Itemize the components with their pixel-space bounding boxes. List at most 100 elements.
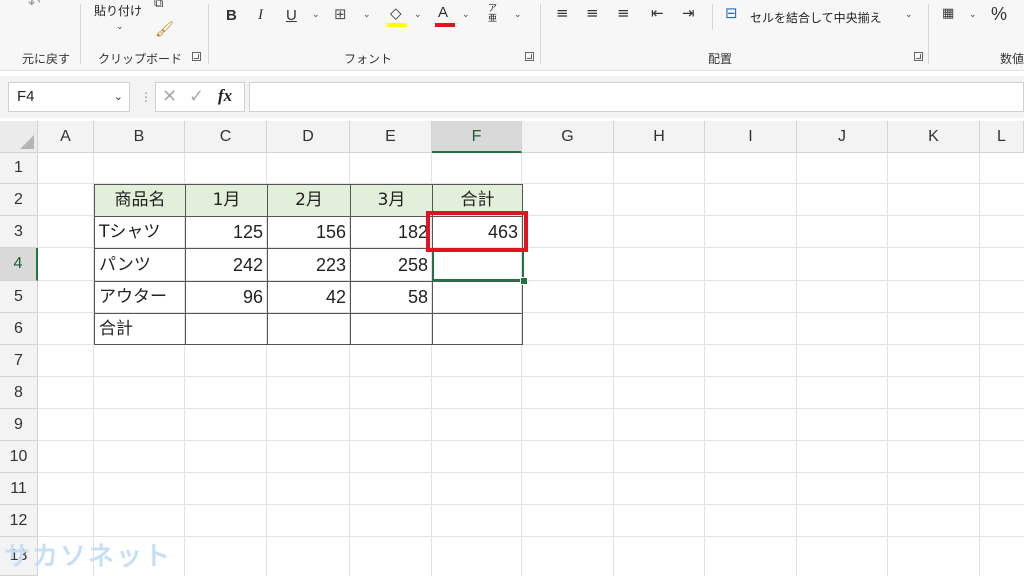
- column-header-i[interactable]: I: [705, 121, 797, 153]
- furigana-dropdown-icon[interactable]: ⌄: [514, 10, 522, 20]
- font-color-button[interactable]: A: [438, 4, 448, 21]
- cell-b6[interactable]: 合計: [94, 313, 185, 345]
- underline-dropdown-icon[interactable]: ⌄: [312, 10, 320, 20]
- increase-indent-icon[interactable]: ⇥: [682, 4, 695, 22]
- fill-color-dropdown-icon[interactable]: ⌄: [414, 10, 422, 20]
- watermark-text: サカソネット: [4, 542, 173, 572]
- row-header-11[interactable]: 11: [0, 473, 38, 505]
- undo-arrow-icon[interactable]: ↶: [28, 0, 41, 12]
- column-header-c[interactable]: C: [185, 121, 267, 153]
- align-center-icon[interactable]: ≡: [586, 4, 599, 22]
- cell-d5[interactable]: 42: [267, 281, 350, 313]
- cell-c2[interactable]: 1月: [185, 184, 267, 216]
- cell-b4[interactable]: パンツ: [94, 248, 185, 281]
- column-header-j[interactable]: J: [797, 121, 888, 153]
- undo-group-label[interactable]: 元に戻す: [22, 50, 70, 67]
- font-launcher-icon[interactable]: [525, 52, 534, 61]
- enter-icon[interactable]: ✓: [189, 86, 204, 107]
- paste-dropdown-icon[interactable]: ⌄: [116, 22, 124, 32]
- cell-c4[interactable]: 242: [185, 248, 267, 281]
- column-header-f[interactable]: F: [432, 121, 522, 153]
- row-header-1[interactable]: 1: [0, 153, 38, 184]
- row-header-8[interactable]: 8: [0, 377, 38, 409]
- column-header-g[interactable]: G: [522, 121, 614, 153]
- format-painter-icon[interactable]: 🖌: [155, 20, 174, 38]
- decrease-indent-icon[interactable]: ⇤: [651, 4, 664, 22]
- row-header-4[interactable]: 4: [0, 248, 38, 281]
- formula-input[interactable]: [249, 82, 1024, 112]
- formula-buttons: ✕ ✓ fx: [155, 82, 245, 112]
- name-box-dropdown-icon[interactable]: ⌄: [114, 83, 123, 111]
- column-header-e[interactable]: E: [350, 121, 432, 153]
- row-header-5[interactable]: 5: [0, 281, 38, 313]
- column-header-h[interactable]: H: [614, 121, 705, 153]
- column-header-a[interactable]: A: [38, 121, 94, 153]
- merge-dropdown-icon[interactable]: ⌄: [905, 10, 913, 20]
- grid-row-line: [38, 376, 1024, 377]
- name-box-value: F4: [17, 88, 35, 105]
- fill-handle[interactable]: [520, 277, 528, 285]
- row-header-12[interactable]: 12: [0, 505, 38, 537]
- copy-icon[interactable]: ⧉: [154, 0, 163, 11]
- ribbon: ↶ 元に戻す 貼り付け ⌄ ⧉ 🖌 クリップボード B I U ⌄ ⊞ ⌄ ◇ …: [0, 0, 1024, 71]
- underline-button[interactable]: U: [286, 7, 297, 24]
- column-header-b[interactable]: B: [94, 121, 185, 153]
- grid-column-line: [979, 153, 980, 576]
- column-header-d[interactable]: D: [267, 121, 350, 153]
- furigana-icon[interactable]: ア亜: [488, 4, 498, 24]
- cell-e3[interactable]: 182: [350, 216, 432, 248]
- cell-d2[interactable]: 2月: [267, 184, 350, 216]
- row-header-6[interactable]: 6: [0, 313, 38, 345]
- watermark-logo: サカソネット: [4, 536, 172, 574]
- alignment-launcher-icon[interactable]: [914, 52, 923, 61]
- cell-d3[interactable]: 156: [267, 216, 350, 248]
- row-header-2[interactable]: 2: [0, 184, 38, 216]
- cell-e4[interactable]: 258: [350, 248, 432, 281]
- align-left-icon[interactable]: ≡: [556, 4, 569, 22]
- merge-center-button[interactable]: セルを結合して中央揃え: [750, 9, 882, 26]
- currency-format-icon[interactable]: ▦: [942, 6, 954, 21]
- clipboard-launcher-icon[interactable]: [192, 52, 201, 61]
- row-header-10[interactable]: 10: [0, 441, 38, 473]
- font-color-bar: [435, 23, 455, 27]
- cell-f6[interactable]: [432, 313, 522, 345]
- align-right-icon[interactable]: ≡: [617, 4, 630, 22]
- bold-button[interactable]: B: [226, 7, 237, 24]
- italic-button[interactable]: I: [258, 7, 263, 24]
- cell-f5[interactable]: [432, 281, 522, 313]
- row-header-9[interactable]: 9: [0, 409, 38, 441]
- borders-icon[interactable]: ⊞: [334, 5, 347, 23]
- formula-bar: F4 ⌄ ⋮ ✕ ✓ fx: [0, 76, 1024, 118]
- cell-d4[interactable]: 223: [267, 248, 350, 281]
- insert-function-button[interactable]: fx: [218, 86, 232, 106]
- cell-c3[interactable]: 125: [185, 216, 267, 248]
- name-box[interactable]: F4 ⌄: [8, 82, 130, 112]
- cell-b3[interactable]: Tシャツ: [94, 216, 185, 248]
- row-header-7[interactable]: 7: [0, 345, 38, 377]
- cell-c6[interactable]: [185, 313, 267, 345]
- resize-handle-icon[interactable]: ⋮: [140, 90, 152, 104]
- row-header-3[interactable]: 3: [0, 216, 38, 248]
- active-cell-f4[interactable]: [432, 248, 524, 281]
- select-all-corner[interactable]: [0, 121, 38, 153]
- cell-d6[interactable]: [267, 313, 350, 345]
- column-header-k[interactable]: K: [888, 121, 980, 153]
- cell-b5[interactable]: アウター: [94, 281, 185, 313]
- font-color-dropdown-icon[interactable]: ⌄: [462, 10, 470, 20]
- fill-color-icon[interactable]: ◇: [390, 4, 402, 22]
- font-group-label: フォント: [344, 52, 393, 66]
- cancel-icon[interactable]: ✕: [162, 86, 177, 107]
- percent-button[interactable]: %: [991, 4, 1007, 25]
- merge-center-icon[interactable]: ⊟: [725, 4, 738, 22]
- cell-e2[interactable]: 3月: [350, 184, 432, 216]
- paste-button[interactable]: 貼り付け: [94, 2, 142, 19]
- cell-e5[interactable]: 58: [350, 281, 432, 313]
- cell-e6[interactable]: [350, 313, 432, 345]
- grid-column-line: [887, 153, 888, 576]
- cell-b2[interactable]: 商品名: [94, 184, 185, 216]
- borders-dropdown-icon[interactable]: ⌄: [363, 10, 371, 20]
- currency-dropdown-icon[interactable]: ⌄: [969, 10, 977, 20]
- cell-c5[interactable]: 96: [185, 281, 267, 313]
- column-header-l[interactable]: L: [980, 121, 1024, 153]
- grid-row-line: [38, 504, 1024, 505]
